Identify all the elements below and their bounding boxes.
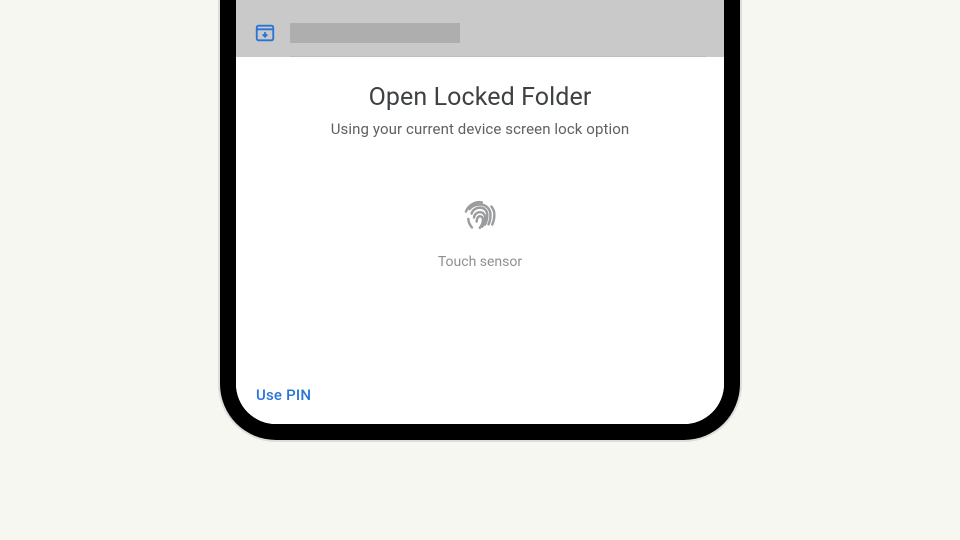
panel-title: Open Locked Folder bbox=[369, 83, 592, 112]
fingerprint-label: Touch sensor bbox=[438, 254, 522, 270]
phone-screen: Open Locked Folder Using your current de… bbox=[236, 0, 724, 424]
use-pin-button[interactable]: Use PIN bbox=[256, 386, 311, 404]
archive-download-icon bbox=[254, 22, 276, 44]
list-item bbox=[236, 16, 724, 56]
background-list-area bbox=[236, 0, 724, 57]
phone-frame: Open Locked Folder Using your current de… bbox=[220, 0, 740, 440]
auth-panel: Open Locked Folder Using your current de… bbox=[236, 57, 724, 424]
redacted-text bbox=[290, 23, 460, 43]
stage: Open Locked Folder Using your current de… bbox=[0, 0, 960, 540]
fingerprint-sensor[interactable]: Touch sensor bbox=[438, 194, 522, 270]
panel-subtitle: Using your current device screen lock op… bbox=[331, 120, 630, 138]
fingerprint-icon bbox=[459, 194, 501, 236]
